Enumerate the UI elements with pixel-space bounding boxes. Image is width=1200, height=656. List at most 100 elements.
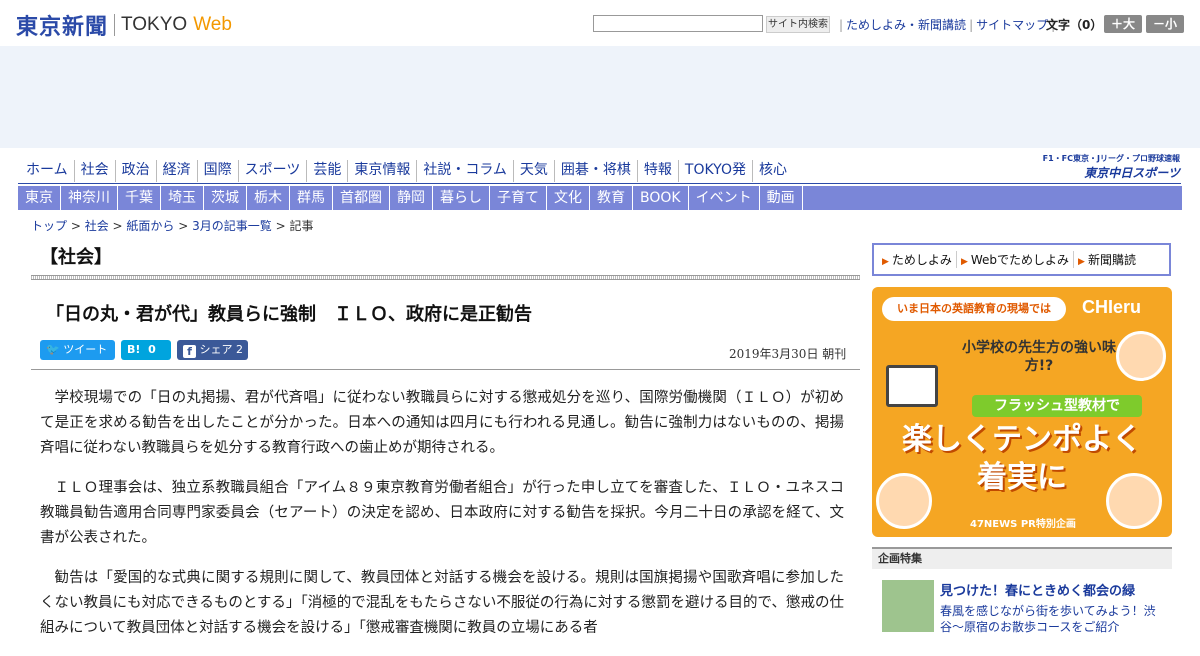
nav-divider xyxy=(18,183,1181,184)
font-smaller-button[interactable]: －小 xyxy=(1146,15,1184,33)
logo-jp: 東京新聞 xyxy=(16,14,109,40)
breadcrumb-sep: > xyxy=(174,219,193,233)
nav-item-core[interactable]: 核心 xyxy=(753,160,793,182)
ad-footer: 47NEWS PR特別企画 xyxy=(970,519,1076,530)
font-size-label: 文字（0） xyxy=(1046,18,1103,32)
breadcrumb-sep: > xyxy=(271,219,290,233)
ad-brand: CHIeru xyxy=(1082,297,1142,317)
nav2-item-chiba[interactable]: 千葉 xyxy=(118,186,161,210)
twitter-bird-icon: 🐦 xyxy=(46,343,60,356)
subscribe-trial-label: ためしよみ xyxy=(891,253,952,267)
ad-child-photo xyxy=(876,473,932,529)
tweet-label: ツイート xyxy=(63,343,108,356)
subscribe-web-trial-label: Webでためしよみ xyxy=(970,253,1070,267)
logo-divider xyxy=(114,14,116,36)
top-link-subscribe[interactable]: ためしよみ・新聞講読 xyxy=(846,18,966,32)
breadcrumb-society[interactable]: 社会 xyxy=(85,219,109,233)
breadcrumb-sep: > xyxy=(67,219,85,233)
hatena-count: 0 xyxy=(148,343,156,356)
arrow-right-icon: ▶ xyxy=(1078,257,1085,267)
banner-ad-area xyxy=(0,46,1200,148)
chunichi-sports-link[interactable]: F1・FC東京・Jリーグ・プロ野球速報 東京中日スポーツ xyxy=(1022,153,1180,181)
article-date: 2019年3月30日 朝刊 xyxy=(729,347,847,361)
nav-item-politics[interactable]: 政治 xyxy=(116,160,157,182)
share-label: シェア xyxy=(199,343,233,356)
top-link-sitemap[interactable]: サイトマップ xyxy=(976,18,1048,32)
nav-item-tokyo-info[interactable]: 東京情報 xyxy=(348,160,418,182)
facebook-icon: f xyxy=(183,345,196,358)
ad-top-text: いま日本の英語教育の現場では xyxy=(882,297,1066,321)
subscribe-web-trial-link[interactable]: ▶ Webでためしよみ xyxy=(957,251,1075,268)
primary-nav: ホーム 社会 政治 経済 国際 スポーツ 芸能 東京情報 社説・コラム 天気 囲… xyxy=(20,160,793,182)
nav-item-go-shogi[interactable]: 囲碁・将棋 xyxy=(555,160,638,182)
top-link-separator: | xyxy=(839,18,844,32)
top-links: | ためしよみ・新聞講読 | サイトマップ | xyxy=(836,16,1058,33)
hatena-bookmark-button[interactable]: B! 0 xyxy=(121,340,171,360)
breadcrumb-month[interactable]: 3月の記事一覧 xyxy=(192,219,272,233)
breadcrumb-sep: > xyxy=(108,219,127,233)
nav-item-home[interactable]: ホーム xyxy=(20,160,75,182)
ad-child-photo xyxy=(1116,331,1166,381)
facebook-share-button[interactable]: f シェア 2 xyxy=(177,340,248,360)
site-header: 東京新聞 TOKYO Web サイト内検索 | ためしよみ・新聞講読 | サイトマップ… xyxy=(0,0,1200,46)
nav2-item-living[interactable]: 暮らし xyxy=(433,186,490,210)
feature-thumbnail[interactable] xyxy=(882,580,934,632)
sidebar-ad[interactable]: いま日本の英語教育の現場では CHIeru 小学校の先生方の強い味方!? フラッ… xyxy=(872,287,1172,537)
arrow-right-icon: ▶ xyxy=(882,257,889,267)
nav2-item-shutoken[interactable]: 首都圏 xyxy=(333,186,390,210)
feature-heading: 企画特集 xyxy=(872,547,1172,569)
nav-item-weather[interactable]: 天気 xyxy=(514,160,555,182)
nav-item-society[interactable]: 社会 xyxy=(75,160,116,182)
nav2-item-event[interactable]: イベント xyxy=(689,186,760,210)
chunichi-logo: 東京中日スポーツ xyxy=(1084,166,1180,180)
nav2-item-education[interactable]: 教育 xyxy=(590,186,633,210)
section-title: 【社会】 xyxy=(40,247,112,268)
feature-title-link[interactable]: 見つけた！春にときめく都会の緑 xyxy=(940,580,1135,599)
nav2-item-kanagawa[interactable]: 神奈川 xyxy=(61,186,118,210)
nav-item-special[interactable]: 特報 xyxy=(638,160,679,182)
subscribe-trial-link[interactable]: ▶ ためしよみ xyxy=(878,251,957,268)
nav-item-editorial[interactable]: 社説・コラム xyxy=(417,160,514,182)
nav-item-entertainment[interactable]: 芸能 xyxy=(307,160,349,182)
site-search-input[interactable] xyxy=(593,15,763,32)
tweet-button[interactable]: 🐦 ツイート xyxy=(40,340,115,360)
site-logo[interactable]: 東京新聞 TOKYO Web xyxy=(16,9,232,41)
share-count: 2 xyxy=(236,343,243,356)
ad-main-line1: 楽しくテンポよく xyxy=(902,422,1142,457)
nav2-item-video[interactable]: 動画 xyxy=(760,186,803,210)
subscribe-purchase-label: 新聞購読 xyxy=(1087,253,1136,267)
site-search-button[interactable]: サイト内検索 xyxy=(766,16,830,33)
nav2-item-shizuoka[interactable]: 静岡 xyxy=(390,186,433,210)
ad-ribbon: フラッシュ型教材で xyxy=(972,395,1142,417)
article-rule xyxy=(31,369,860,370)
subscribe-purchase-link[interactable]: ▶ 新聞購読 xyxy=(1074,251,1140,268)
nav2-item-ibaraki[interactable]: 茨城 xyxy=(204,186,247,210)
nav2-item-gunma[interactable]: 群馬 xyxy=(290,186,333,210)
logo-web: Web xyxy=(193,14,232,35)
nav2-item-saitama[interactable]: 埼玉 xyxy=(161,186,204,210)
feature-description[interactable]: 春風を感じながら街を歩いてみよう！渋谷～原宿のお散歩コースをご紹介 xyxy=(940,603,1162,635)
breadcrumb-print[interactable]: 紙面から xyxy=(126,219,174,233)
nav-item-sports[interactable]: スポーツ xyxy=(239,160,308,182)
nav2-item-culture[interactable]: 文化 xyxy=(547,186,590,210)
breadcrumb: トップ > 社会 > 紙面から > 3月の記事一覧 > 記事 xyxy=(31,217,313,234)
subscribe-bar: ▶ ためしよみ ▶ Webでためしよみ ▶ 新聞購読 xyxy=(872,243,1171,276)
breadcrumb-top[interactable]: トップ xyxy=(31,219,67,233)
article-body: 学校現場での「日の丸掲揚、君が代斉唱」に従わない教職員らに対する懲戒処分を巡り、… xyxy=(40,386,844,656)
nav2-item-tokyo[interactable]: 東京 xyxy=(18,186,61,210)
top-link-separator: | xyxy=(969,18,974,32)
nav2-item-parenting[interactable]: 子育て xyxy=(490,186,547,210)
hatena-icon: B! xyxy=(127,343,141,356)
nav-item-tokyo-hatsu[interactable]: TOKYO発 xyxy=(679,160,753,182)
nav2-item-tochigi[interactable]: 栃木 xyxy=(247,186,290,210)
chunichi-tagline: F1・FC東京・Jリーグ・プロ野球速報 xyxy=(1042,154,1180,163)
nav-item-economy[interactable]: 経済 xyxy=(157,160,198,182)
nav2-item-book[interactable]: BOOK xyxy=(633,186,689,210)
ad-monitor-image xyxy=(886,365,938,407)
font-larger-button[interactable]: ＋大 xyxy=(1104,15,1142,33)
breadcrumb-current: 記事 xyxy=(289,219,314,233)
article-headline: 「日の丸・君が代」教員らに強制 ＩＬＯ、政府に是正勧告 xyxy=(46,304,532,325)
nav-item-international[interactable]: 国際 xyxy=(198,160,239,182)
ad-child-photo xyxy=(1106,473,1162,529)
logo-en: TOKYO xyxy=(121,14,188,35)
